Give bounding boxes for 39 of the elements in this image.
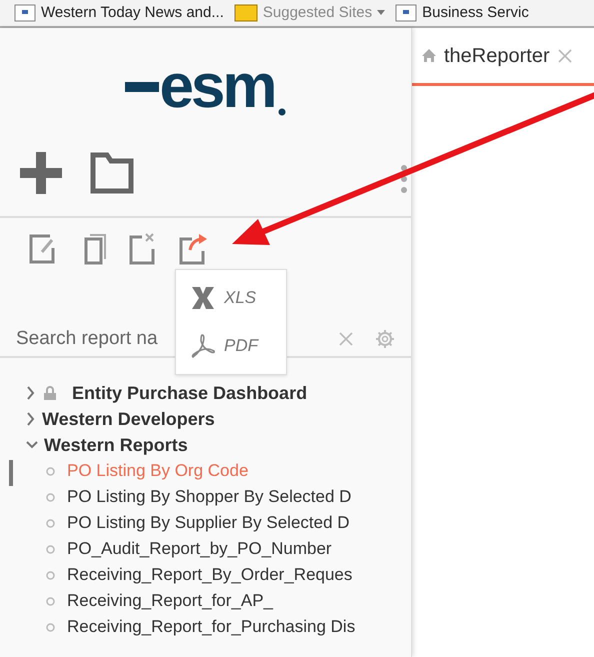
home-icon [422, 49, 436, 62]
document-icon [190, 333, 216, 359]
menu-item[interactable]: PDF [224, 333, 258, 359]
bookmark-link[interactable]: Business Servic [422, 4, 529, 22]
bullet-icon [46, 570, 55, 580]
registered-mark [278, 108, 286, 116]
add-icon[interactable] [20, 152, 62, 194]
bullet-icon [46, 622, 55, 632]
report-item[interactable]: PO Listing By Supplier By Selected D [67, 510, 350, 536]
chevron-right-icon[interactable] [26, 386, 36, 400]
report-item[interactable]: Receiving_Report_for_Purchasing Dis [67, 614, 356, 640]
folder-icon[interactable] [90, 152, 134, 194]
tree-folder[interactable]: Entity Purchase Dashboard [72, 380, 308, 406]
bullet-icon [46, 492, 55, 502]
bullet-icon [46, 466, 55, 476]
dash-mark [125, 82, 160, 92]
chevron-right-icon[interactable] [26, 412, 36, 426]
bullet-icon [46, 518, 55, 528]
report-item[interactable]: Receiving_Report_By_Order_Reques [67, 562, 352, 588]
more-icon[interactable] [400, 164, 408, 196]
bookmark-link[interactable]: Western Today News and... [41, 4, 224, 22]
caret-icon[interactable] [377, 10, 386, 16]
chevron-down-icon[interactable] [26, 440, 38, 450]
tree-folder[interactable]: Western Developers [42, 406, 215, 432]
tree-folder[interactable]: Western Reports [44, 432, 188, 458]
spreadsheet-icon [190, 285, 216, 311]
report-item[interactable]: PO Listing By Shopper By Selected D [67, 484, 352, 510]
search-field[interactable]: Search report na [16, 324, 166, 354]
page-icon [14, 4, 36, 22]
report-item[interactable]: Receiving_Report_for_AP_ [67, 588, 274, 614]
folder-icon [234, 4, 258, 22]
report-tab[interactable]: theReporter [412, 28, 594, 86]
bullet-icon [46, 544, 55, 554]
report-item[interactable]: PO_Audit_Report_by_PO_Number [67, 536, 332, 562]
bullet-icon [46, 596, 55, 606]
export-icon[interactable] [178, 232, 208, 266]
logo: esm [125, 58, 286, 116]
page-icon [395, 4, 418, 22]
menu-item[interactable]: XLS [224, 285, 256, 311]
